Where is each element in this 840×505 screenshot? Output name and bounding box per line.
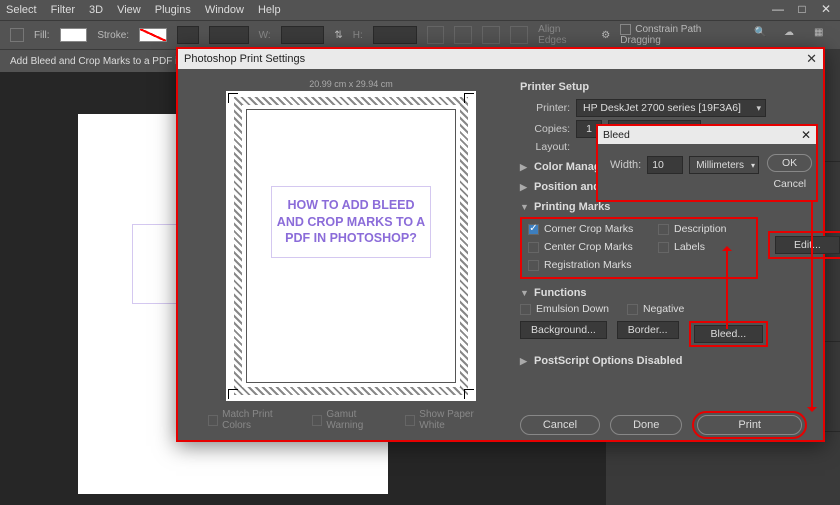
bleed-width-input[interactable] (647, 156, 683, 174)
description-checkbox[interactable]: Description (658, 223, 758, 235)
fill-swatch[interactable] (60, 28, 88, 42)
dialog-footer: Cancel Done Print (178, 410, 823, 440)
close-icon[interactable]: ✕ (818, 2, 834, 16)
menu-select[interactable]: Select (6, 4, 37, 16)
bleed-cancel-button[interactable]: Cancel (773, 178, 812, 190)
options-bar: Fill: Stroke: W: ⇅ H: Align Edges ⚙ Cons… (0, 20, 840, 50)
registration-marks-checkbox[interactable]: Registration Marks (528, 259, 658, 271)
crop-mark-icon (464, 389, 474, 399)
cancel-button[interactable]: Cancel (520, 415, 600, 435)
menubar: Select Filter 3D View Plugins Window Hel… (0, 0, 840, 20)
bleed-width-label: Width: (610, 159, 641, 171)
menu-plugins[interactable]: Plugins (155, 4, 191, 16)
constrain-path-checkbox[interactable]: Constrain Path Dragging (620, 24, 744, 46)
workspace-icon[interactable]: ▦ (814, 27, 830, 43)
menu-3d[interactable]: 3D (89, 4, 103, 16)
align-icon[interactable] (454, 26, 472, 44)
crop-mark-icon (228, 389, 238, 399)
dialog-close-icon[interactable]: ✕ (806, 51, 817, 67)
negative-checkbox[interactable]: Negative (627, 303, 684, 315)
functions-section[interactable]: ▼Functions (520, 287, 807, 299)
window-controls: — □ ✕ (770, 2, 834, 16)
labels-checkbox[interactable]: Labels (658, 241, 758, 253)
done-button[interactable]: Done (610, 415, 682, 435)
print-button-highlight: Print (692, 411, 807, 439)
dialog-title: Photoshop Print Settings (184, 53, 305, 65)
search-icon[interactable]: 🔍 (754, 27, 770, 43)
stroke-label: Stroke: (97, 30, 129, 41)
crop-mark-icon (464, 93, 474, 103)
border-button[interactable]: Border... (617, 321, 679, 339)
bleed-popup-close-icon[interactable]: ✕ (801, 128, 811, 142)
print-settings-dialog: Photoshop Print Settings ✕ 20.99 cm x 29… (176, 47, 825, 442)
settings-icon[interactable] (510, 26, 528, 44)
bleed-button[interactable]: Bleed... (694, 325, 764, 343)
corner-crop-marks-checkbox[interactable]: Corner Crop Marks (528, 223, 658, 235)
path-ops-icon[interactable] (427, 26, 445, 44)
bleed-popup-titlebar: Bleed ✕ (598, 126, 816, 144)
stroke-style-select[interactable] (209, 26, 249, 44)
bleed-button-highlight: Bleed... (689, 321, 769, 347)
fill-label: Fill: (34, 30, 50, 41)
arrange-icon[interactable] (482, 26, 500, 44)
cloud-icon[interactable]: ☁ (784, 27, 800, 43)
preview-text: HOW TO ADD BLEED AND CROP MARKS TO A PDF… (271, 186, 431, 258)
link-icon[interactable]: ⇅ (334, 30, 342, 41)
printer-label: Printer: (520, 102, 570, 114)
bleed-popup: Bleed ✕ Width: Millimeters OK Cancel (596, 124, 818, 202)
copies-label: Copies: (520, 123, 570, 135)
layout-label: Layout: (520, 141, 570, 153)
postscript-section[interactable]: ▶PostScript Options Disabled (520, 355, 807, 367)
edit-button-highlight: Edit... (768, 231, 840, 259)
menu-window[interactable]: Window (205, 4, 244, 16)
menu-filter[interactable]: Filter (51, 4, 75, 16)
annotation-arrow-icon (726, 251, 728, 329)
dialog-titlebar: Photoshop Print Settings ✕ (178, 49, 823, 69)
minimize-icon[interactable]: — (770, 2, 786, 16)
background-button[interactable]: Background... (520, 321, 607, 339)
printing-marks-section[interactable]: ▼Printing Marks (520, 201, 807, 213)
bleed-popup-title: Bleed (603, 129, 630, 141)
preview-page: HOW TO ADD BLEED AND CROP MARKS TO A PDF… (226, 91, 476, 401)
bleed-units-select[interactable]: Millimeters (689, 156, 759, 174)
annotation-arrow-icon (811, 197, 813, 407)
crop-mark-icon (228, 93, 238, 103)
printer-setup-heading: Printer Setup (520, 81, 807, 93)
align-edges-label: Align Edges (538, 24, 591, 46)
preview-dimensions: 20.99 cm x 29.94 cm (208, 79, 494, 89)
stroke-swatch[interactable] (139, 28, 167, 42)
printer-select[interactable]: HP DeskJet 2700 series [19F3A6] (576, 99, 766, 117)
print-preview-panel: 20.99 cm x 29.94 cm HOW TO ADD BLEED AND… (178, 69, 508, 410)
edit-button[interactable]: Edit... (775, 236, 840, 254)
width-input[interactable] (281, 26, 325, 44)
stroke-width-select[interactable] (177, 26, 199, 44)
menu-view[interactable]: View (117, 4, 141, 16)
gear-icon[interactable]: ⚙ (601, 30, 610, 41)
menu-help[interactable]: Help (258, 4, 281, 16)
print-options-panel: Printer Setup Printer: HP DeskJet 2700 s… (508, 69, 823, 410)
center-crop-marks-checkbox[interactable]: Center Crop Marks (528, 241, 658, 253)
tool-icon[interactable] (10, 28, 24, 42)
bleed-ok-button[interactable]: OK (767, 154, 812, 172)
emulsion-down-checkbox[interactable]: Emulsion Down (520, 303, 609, 315)
height-input[interactable] (373, 26, 417, 44)
restore-icon[interactable]: □ (794, 2, 810, 16)
print-button[interactable]: Print (697, 415, 802, 435)
